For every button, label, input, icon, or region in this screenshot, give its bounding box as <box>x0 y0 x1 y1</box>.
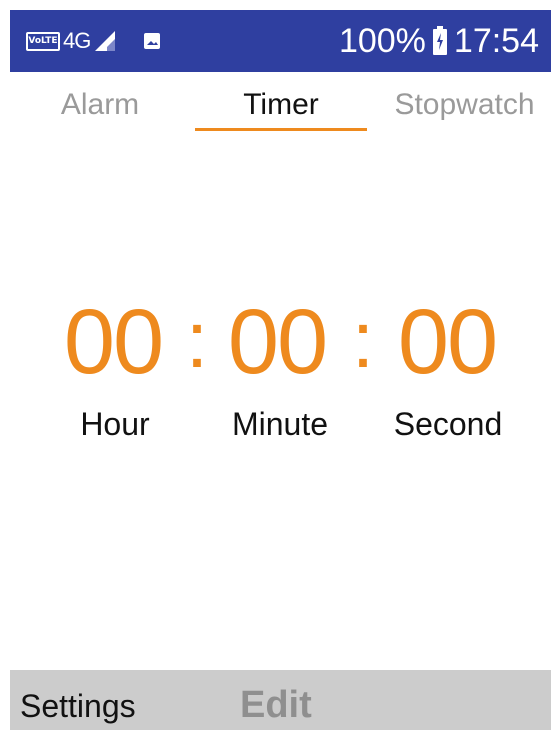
status-left-group: VoLTE 4G <box>26 24 161 58</box>
active-tab-indicator <box>195 128 367 131</box>
status-right-group: 100% 17:54 <box>339 20 539 62</box>
status-bar: VoLTE 4G 100% 17:54 <box>10 10 551 72</box>
battery-percent: 100% <box>338 21 426 60</box>
seconds-value[interactable]: 00 <box>392 292 502 392</box>
hour-label: Hour <box>80 406 150 442</box>
tab-bar: Alarm Timer Stopwatch <box>0 72 551 136</box>
battery-icon <box>432 26 447 55</box>
softkey-bar: Settings Edit <box>10 670 551 730</box>
edit-softkey[interactable]: Edit <box>240 684 312 727</box>
minute-label: Minute <box>231 406 329 442</box>
tab-stopwatch[interactable]: Stopwatch <box>378 88 551 122</box>
time-separator: : <box>351 295 375 384</box>
tab-timer[interactable]: Timer <box>195 88 367 122</box>
tab-alarm[interactable]: Alarm <box>50 88 150 122</box>
signal-icon <box>95 31 116 51</box>
second-label: Second <box>393 406 503 442</box>
timer-display: 00 : 00 : 00 <box>0 292 551 402</box>
volte-icon: VoLTE <box>26 31 60 51</box>
hours-value[interactable]: 00 <box>58 292 168 392</box>
network-type: 4G <box>63 28 91 53</box>
minutes-value[interactable]: 00 <box>222 292 332 392</box>
settings-softkey[interactable]: Settings <box>20 688 136 725</box>
timer-screen: VoLTE 4G 100% 17:54 Alarm Timer Stopwatc <box>0 0 551 730</box>
time-separator: : <box>185 295 209 384</box>
image-notification-icon <box>144 33 161 49</box>
clock-time: 17:54 <box>453 21 539 60</box>
